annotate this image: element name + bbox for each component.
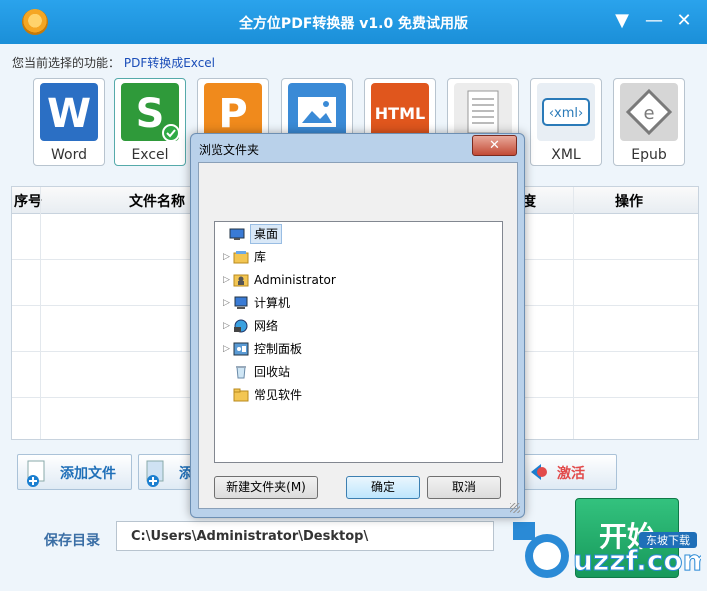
tree-node-label: 网络 bbox=[254, 319, 279, 333]
app-window: 全方位PDF转换器 v1.0 免费试用版 ▼ — ✕ 您当前选择的功能： PDF… bbox=[0, 0, 707, 591]
function-label-value: PDF转换成Excel bbox=[123, 56, 216, 70]
browse-folder-dialog: 浏览文件夹 ✕ 桌面 ▷ 库 ▷ Administrator ▷ 计算机 ▷ 网… bbox=[190, 133, 525, 518]
network-icon bbox=[234, 319, 248, 333]
epub-icon: e bbox=[620, 83, 678, 141]
tree-node-administrator[interactable]: ▷ Administrator bbox=[223, 270, 493, 290]
format-label: XML bbox=[551, 147, 581, 163]
minimize-button[interactable]: — bbox=[640, 8, 668, 34]
add-folder-icon bbox=[146, 460, 164, 487]
tree-node-library[interactable]: ▷ 库 bbox=[223, 247, 493, 267]
recycle-bin-icon bbox=[236, 366, 246, 379]
tree-node-label: 回收站 bbox=[254, 365, 291, 379]
format-label: Word bbox=[51, 147, 87, 163]
dialog-title: 浏览文件夹 bbox=[199, 143, 260, 157]
format-xml-button[interactable]: ‹xml› XML bbox=[530, 78, 602, 166]
format-word-button[interactable]: W Word bbox=[33, 78, 105, 166]
svg-text:S: S bbox=[136, 91, 165, 137]
watermark-logo: uzzf.com 东坡下载 bbox=[513, 522, 707, 586]
expand-arrow-icon[interactable]: ▷ bbox=[223, 247, 233, 267]
dialog-content: 桌面 ▷ 库 ▷ Administrator ▷ 计算机 ▷ 网络 ▷ 控制面板… bbox=[198, 162, 518, 509]
tree-node-label: 桌面 bbox=[250, 224, 283, 244]
desktop-icon bbox=[229, 228, 245, 240]
header-action: 操作 bbox=[615, 194, 643, 210]
expand-arrow-icon[interactable]: ▷ bbox=[223, 270, 233, 290]
svg-text:W: W bbox=[47, 91, 91, 137]
svg-text:‹xml›: ‹xml› bbox=[549, 106, 583, 121]
add-file-label: 添加文件 bbox=[60, 466, 116, 482]
watermark-text: uzzf.com bbox=[573, 544, 701, 577]
add-folder-button[interactable]: 添 bbox=[138, 454, 193, 490]
library-icon bbox=[233, 251, 249, 264]
tree-node-computer[interactable]: ▷ 计算机 bbox=[223, 293, 493, 313]
add-file-icon bbox=[27, 460, 45, 487]
function-label-prefix: 您当前选择的功能： bbox=[12, 56, 121, 70]
menu-dropdown-icon[interactable]: ▼ bbox=[608, 8, 636, 34]
folder-tree[interactable]: 桌面 ▷ 库 ▷ Administrator ▷ 计算机 ▷ 网络 ▷ 控制面板… bbox=[214, 221, 503, 463]
tree-node-control-panel[interactable]: ▷ 控制面板 bbox=[223, 339, 493, 359]
ok-button[interactable]: 确定 bbox=[346, 476, 420, 499]
close-button[interactable]: ✕ bbox=[670, 8, 698, 34]
svg-text:e: e bbox=[643, 103, 654, 124]
cancel-button[interactable]: 取消 bbox=[427, 476, 501, 499]
tree-node-recycle-bin[interactable]: 回收站 bbox=[223, 362, 493, 382]
expand-arrow-icon[interactable]: ▷ bbox=[223, 316, 233, 336]
folder-icon bbox=[233, 388, 249, 402]
word-icon: W bbox=[40, 83, 98, 141]
header-index: 序号 bbox=[14, 194, 42, 210]
computer-icon bbox=[234, 296, 248, 309]
expand-arrow-icon[interactable]: ▷ bbox=[223, 293, 233, 313]
new-folder-button[interactable]: 新建文件夹(M) bbox=[214, 476, 318, 499]
tree-node-label: 库 bbox=[254, 250, 267, 264]
activate-button[interactable]: 激活 bbox=[522, 454, 617, 490]
tree-node-label: 计算机 bbox=[254, 296, 291, 310]
xml-icon: ‹xml› bbox=[537, 83, 595, 141]
expand-arrow-icon[interactable]: ▷ bbox=[223, 339, 233, 359]
dialog-close-button[interactable]: ✕ bbox=[472, 135, 517, 156]
save-dir-label: 保存目录 bbox=[44, 533, 100, 549]
add-file-button[interactable]: 添加文件 bbox=[17, 454, 132, 490]
watermark-badge: 东坡下载 bbox=[646, 534, 690, 547]
tree-node-desktop[interactable]: 桌面 bbox=[219, 224, 489, 244]
user-folder-icon bbox=[233, 274, 249, 287]
format-label: Epub bbox=[631, 147, 667, 163]
function-label: 您当前选择的功能： PDF转换成Excel bbox=[12, 54, 215, 71]
resize-grip-icon[interactable] bbox=[510, 503, 520, 513]
excel-icon: S bbox=[121, 83, 180, 142]
control-panel-icon bbox=[233, 342, 249, 356]
title-bar: 全方位PDF转换器 v1.0 免费试用版 ▼ — ✕ bbox=[0, 0, 707, 44]
activate-icon bbox=[531, 464, 547, 480]
tree-node-network[interactable]: ▷ 网络 bbox=[223, 316, 493, 336]
format-label: Excel bbox=[131, 147, 169, 163]
tree-node-common-software[interactable]: 常见软件 bbox=[223, 385, 493, 405]
format-excel-button[interactable]: S Excel bbox=[114, 78, 186, 166]
tree-node-label: 控制面板 bbox=[254, 342, 303, 356]
save-dir-input[interactable]: C:\Users\Administrator\Desktop\ bbox=[116, 521, 494, 551]
svg-text:HTML: HTML bbox=[375, 104, 425, 123]
format-epub-button[interactable]: e Epub bbox=[613, 78, 685, 166]
window-title: 全方位PDF转换器 v1.0 免费试用版 bbox=[238, 16, 469, 32]
tree-node-label: 常见软件 bbox=[254, 388, 303, 402]
tree-node-label: Administrator bbox=[254, 273, 336, 287]
svg-text:P: P bbox=[218, 91, 247, 137]
header-filename: 文件名称 bbox=[129, 194, 185, 210]
activate-label: 激活 bbox=[557, 466, 585, 482]
